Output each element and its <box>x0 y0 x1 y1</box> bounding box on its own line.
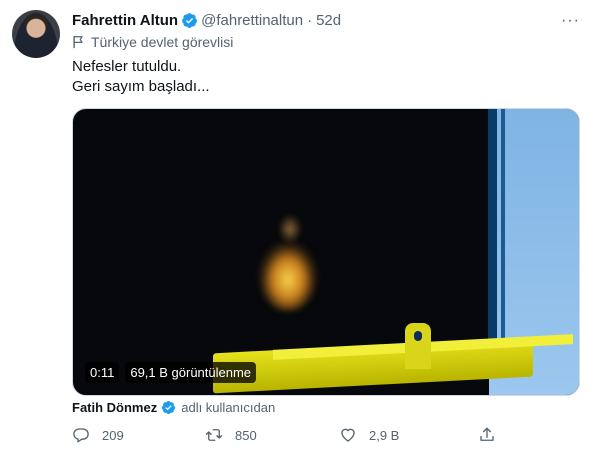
retweet-icon <box>205 429 223 441</box>
tweet-text-line: Geri sayım başladı... <box>72 78 210 95</box>
retweet-count: 850 <box>235 427 257 443</box>
like-button[interactable]: 2,9 B <box>339 426 399 444</box>
verified-badge-icon <box>182 12 198 28</box>
reply-button[interactable]: 209 <box>72 426 124 444</box>
share-button[interactable] <box>478 426 508 444</box>
flag-icon <box>73 35 83 49</box>
retweet-button[interactable]: 850 <box>205 426 257 444</box>
author-handle[interactable]: @fahrettinaltun <box>201 12 303 29</box>
video-overlay: 0:11 69,1 B görüntülenme <box>85 362 257 383</box>
video-tower-edge <box>501 109 505 339</box>
reply-count: 209 <box>102 427 124 443</box>
author-avatar[interactable] <box>12 10 60 58</box>
author-name[interactable]: Fahrettin Altun <box>72 12 178 29</box>
like-count: 2,9 B <box>369 427 400 443</box>
tweet-actions: 209 850 2,9 B <box>72 426 512 446</box>
more-options-button[interactable]: ··· <box>561 12 580 30</box>
video-smoke <box>278 214 302 244</box>
video-duration: 0:11 <box>85 362 120 383</box>
video-rail-bracket-hole <box>414 331 422 341</box>
separator-dot: · <box>307 11 313 29</box>
government-label[interactable]: Türkiye devlet görevlisi <box>72 34 233 50</box>
tweet-header: Fahrettin Altun @fahrettinaltun · 52d <box>72 10 578 30</box>
government-label-text: Türkiye devlet görevlisi <box>91 34 234 50</box>
verified-badge-icon <box>162 400 176 415</box>
video-rocket-flame <box>258 241 318 311</box>
attribution-suffix: adlı kullanıcıdan <box>181 400 276 415</box>
video-view-count: 69,1 B görüntülenme <box>125 362 257 383</box>
heart-icon <box>341 428 355 442</box>
tweet-time[interactable]: 52d <box>316 12 341 29</box>
tweet-text-line: Nefesler tutuldu. <box>72 58 182 75</box>
video-player[interactable]: 0:11 69,1 B görüntülenme <box>72 108 580 396</box>
reply-icon <box>73 428 89 443</box>
video-attribution: Fatih Dönmez adlı kullanıcıdan <box>72 400 275 415</box>
video-tower <box>488 109 497 339</box>
tweet-text: Nefesler tutuldu. Geri sayım başladı... <box>72 57 210 97</box>
share-icon <box>480 427 494 441</box>
video-rail-bracket <box>405 323 431 369</box>
attribution-user[interactable]: Fatih Dönmez <box>72 400 157 415</box>
